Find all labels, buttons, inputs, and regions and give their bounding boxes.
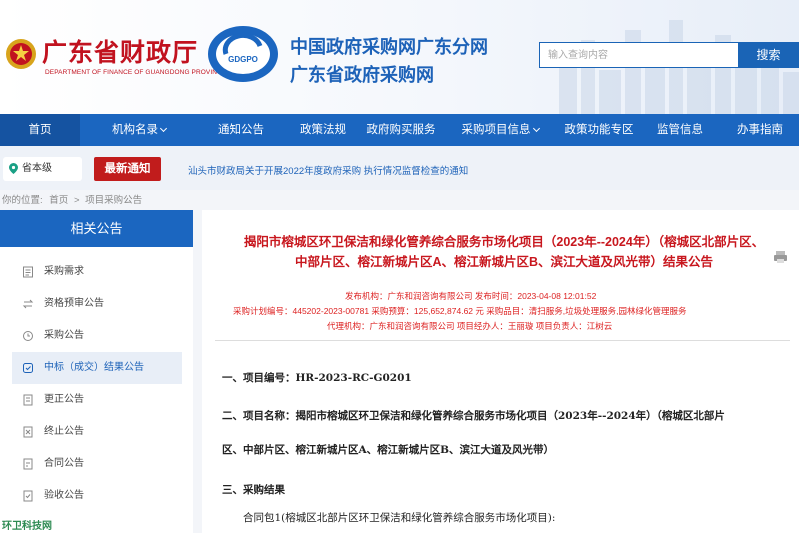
project-name: 二、项目名称：揭阳市榕城区环卫保洁和绿化管养综合服务市场化项目（2023年--2… <box>222 410 725 422</box>
sidebar-item-award-result[interactable]: 中标（成交）结果公告 <box>12 352 182 384</box>
project-name-continued: 区、中部片区、榕江新城片区A、榕江新城片区B、滨江大道及风光带） <box>222 444 555 456</box>
meta-agency: 代理机构：广东和润咨询有限公司 项目经办人：王丽璇 项目负责人：江树云 <box>327 321 613 331</box>
article-title-line2: 中部片区、榕江新城片区A、榕江新城片区B、滨江大道及风光带）结果公告 <box>294 255 714 269</box>
nav-item-directory[interactable]: 机构名录 <box>108 114 170 146</box>
national-emblem-icon <box>6 39 36 69</box>
portal-title-line2: 广东省政府采购网 <box>290 65 434 85</box>
logo-text: GDGPO <box>228 55 258 64</box>
sidebar-item-acceptance[interactable]: 验收公告 <box>12 480 182 512</box>
stop-icon <box>23 426 33 438</box>
notice-ticker-link[interactable]: 汕头市财政局关于开展2022年度政府采购 执行情况监督检查的通知 <box>188 163 468 177</box>
sidebar-heading: 相关公告 <box>0 210 193 247</box>
site-header: 广东省财政厅 DEPARTMENT OF FINANCE OF GUANGDON… <box>0 0 799 114</box>
breadcrumb-prefix: 你的位置: <box>2 195 43 206</box>
sidebar-list: 采购需求 资格预审公告 采购公告 中标（成交）结果公告 更正公告 终止公告 合同… <box>0 247 193 533</box>
award-icon <box>23 363 33 373</box>
sidebar-item-procurement[interactable]: 采购公告 <box>12 320 182 352</box>
sidebar-item-correction[interactable]: 更正公告 <box>12 384 182 416</box>
nav-item-project-info[interactable]: 采购项目信息 <box>460 114 540 146</box>
nav-item-supervision[interactable]: 监管信息 <box>654 114 706 146</box>
nav-item-service-purchase[interactable]: 政府购买服务 <box>366 114 436 146</box>
sidebar-item-label: 更正公告 <box>44 394 84 405</box>
location-pin-icon <box>9 162 18 174</box>
nav-item-project-info-label: 采购项目信息 <box>461 124 531 136</box>
latest-notice-badge: 最新通知 <box>94 157 161 181</box>
nav-item-guide[interactable]: 办事指南 <box>734 114 786 146</box>
print-icon[interactable] <box>773 250 788 264</box>
portal-title-line1: 中国政府采购网广东分网 <box>290 37 488 57</box>
dept-name-cn: 广东省财政厅 <box>42 38 199 67</box>
divider <box>215 340 790 341</box>
region-label: 省本级 <box>22 163 52 174</box>
dept-name-en: DEPARTMENT OF FINANCE OF GUANGDONG PROVI… <box>45 69 227 76</box>
search-input[interactable] <box>539 42 739 68</box>
swap-icon <box>22 299 34 309</box>
nav-item-policy-zone[interactable]: 政策功能专区 <box>564 114 634 146</box>
chevron-down-icon <box>159 124 168 133</box>
breadcrumb: 你的位置: 首页 > 项目采购公告 <box>2 192 142 206</box>
sidebar-item-label: 采购公告 <box>44 330 84 341</box>
sidebar-item-termination[interactable]: 终止公告 <box>12 416 182 448</box>
document-icon <box>23 394 33 406</box>
sidebar-item-label: 终止公告 <box>44 426 84 437</box>
meta-publisher-time: 发布机构：广东和润咨询有限公司 发布时间：2023-04-08 12:01:52 <box>345 291 597 301</box>
nav-item-directory-label: 机构名录 <box>112 124 158 136</box>
sidebar-item-requirements[interactable]: 采购需求 <box>12 256 182 288</box>
region-selector[interactable]: 省本级 <box>3 157 82 181</box>
sidebar-item-label: 验收公告 <box>44 490 84 501</box>
meta-plan-budget: 采购计划编号：445202-2023-00781 采购预算：125,652,87… <box>233 306 687 316</box>
nav-item-regulations[interactable]: 政策法规 <box>295 114 351 146</box>
breadcrumb-separator: > <box>73 195 80 206</box>
search-button[interactable]: 搜索 <box>738 42 799 68</box>
nav-item-home[interactable]: 首页 <box>0 114 80 146</box>
watermark-logo: 环卫科技网 <box>2 521 52 532</box>
main-nav: 首页 机构名录 通知公告 政策法规 政府购买服务 采购项目信息 政策功能专区 监… <box>0 114 799 146</box>
sidebar-item-label: 采购需求 <box>44 266 84 277</box>
breadcrumb-current[interactable]: 项目采购公告 <box>85 195 142 206</box>
article-title-line1: 揭阳市榕城区环卫保洁和绿化管养综合服务市场化项目（2023年--2024年）（榕… <box>243 235 765 249</box>
sidebar-item-label: 中标（成交）结果公告 <box>44 362 144 373</box>
contract-icon <box>23 458 33 470</box>
chevron-down-icon <box>532 124 540 133</box>
checklist-icon <box>23 490 33 502</box>
project-number: 一、项目编号：HR-2023-RC-G0201 <box>222 372 412 384</box>
contract-package: 合同包1(榕城区北部片区环卫保洁和绿化管养综合服务市场化项目): <box>243 512 556 524</box>
sidebar-item-label: 合同公告 <box>44 458 84 469</box>
breadcrumb-home[interactable]: 首页 <box>49 195 68 206</box>
nav-item-notices[interactable]: 通知公告 <box>213 114 269 146</box>
sidebar-item-contract[interactable]: 合同公告 <box>12 448 182 480</box>
gdgpo-logo-icon[interactable]: GDGPO <box>206 24 280 84</box>
article-title: 揭阳市榕城区环卫保洁和绿化管养综合服务市场化项目（2023年--2024年）（榕… <box>218 232 790 272</box>
section-heading-results: 三、采购结果 <box>222 484 285 496</box>
list-icon <box>23 266 33 278</box>
clock-icon <box>23 331 33 341</box>
sidebar-item-prequalification[interactable]: 资格预审公告 <box>12 288 182 320</box>
sidebar-item-label: 资格预审公告 <box>44 298 104 309</box>
